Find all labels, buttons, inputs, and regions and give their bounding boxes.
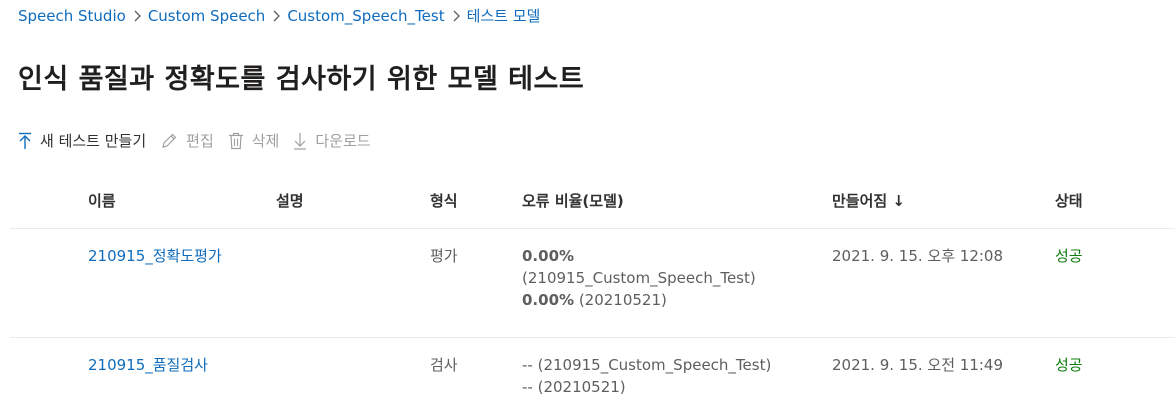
error-rate-model: (20210521) [574,291,667,309]
download-label: 다운로드 [315,132,371,150]
table-row[interactable]: 210915_정확도평가 평가 0.00% (210915_Custom_Spe… [10,229,1175,338]
command-bar: 새 테스트 만들기 편집 삭제 다운로드 [18,130,385,151]
test-created: 2021. 9. 15. 오전 11:49 [832,356,1004,374]
column-header-type[interactable]: 형식 [430,172,458,228]
chevron-right-icon [445,10,467,22]
test-name-link[interactable]: 210915_품질검사 [88,354,208,376]
test-type: 평가 [430,247,458,265]
error-rate-model: -- (20210521) [522,378,626,396]
column-header-error-rate[interactable]: 오류 비율(모델) [522,172,624,228]
breadcrumb-speech-studio[interactable]: Speech Studio [18,5,126,27]
breadcrumb-current: 테스트 모델 [466,7,541,25]
download-button[interactable]: 다운로드 [293,130,371,151]
arrow-down-icon [294,132,307,150]
breadcrumb-project[interactable]: Custom_Speech_Test [287,5,444,27]
error-rate-value: 0.00% [522,291,575,309]
test-error-rate: 0.00% (210915_Custom_Speech_Test) 0.00% … [522,245,756,311]
chevron-right-icon [126,10,148,22]
tests-table: 이름 설명 형식 오류 비율(모델) 만들어짐 ↓ 상태 210915_정확도평… [10,172,1175,413]
trash-icon [228,132,243,149]
delete-label: 삭제 [251,132,280,150]
breadcrumb-custom-speech[interactable]: Custom Speech [148,5,266,27]
test-name-link[interactable]: 210915_정확도평가 [88,245,222,267]
table-row[interactable]: 210915_품질검사 검사 -- (210915_Custom_Speech_… [10,338,1175,413]
chevron-right-icon [265,10,287,22]
column-header-description[interactable]: 설명 [276,172,304,228]
status-badge: 성공 [1055,247,1083,265]
column-header-name[interactable]: 이름 [88,172,116,228]
test-models-page: Speech Studio Custom Speech Custom_Speec… [0,0,1175,420]
edit-button[interactable]: 편집 [160,130,214,151]
pencil-icon [162,133,177,148]
test-type: 검사 [430,356,458,374]
new-test-button[interactable]: 새 테스트 만들기 [18,130,146,151]
status-badge: 성공 [1055,356,1083,374]
test-created: 2021. 9. 15. 오후 12:08 [832,247,1004,265]
error-rate-value: 0.00% [522,247,575,265]
column-header-created[interactable]: 만들어짐 ↓ [832,172,905,228]
error-rate-model: (210915_Custom_Speech_Test) [522,269,756,287]
delete-button[interactable]: 삭제 [228,130,280,151]
table-header-row: 이름 설명 형식 오류 비율(모델) 만들어짐 ↓ 상태 [10,172,1175,229]
new-test-label: 새 테스트 만들기 [40,132,147,150]
arrow-up-icon [19,132,31,149]
edit-label: 편집 [186,132,214,150]
page-title: 인식 품질과 정확도를 검사하기 위한 모델 테스트 [18,64,585,95]
test-error-rate: -- (210915_Custom_Speech_Test) -- (20210… [522,354,771,398]
breadcrumb: Speech Studio Custom Speech Custom_Speec… [18,5,540,27]
column-header-status[interactable]: 상태 [1055,172,1083,228]
error-rate-model: -- (210915_Custom_Speech_Test) [522,356,772,374]
